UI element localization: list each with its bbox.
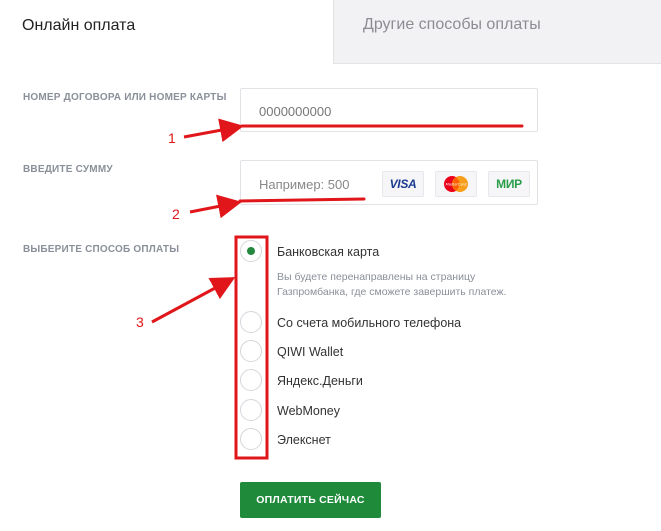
option-webmoney-label[interactable]: WebMoney xyxy=(277,404,340,418)
annotation-number-1: 1 xyxy=(168,130,176,146)
amount-placeholder: Например: 500 xyxy=(259,177,350,192)
annotation-number-2: 2 xyxy=(172,206,180,222)
radio-webmoney[interactable] xyxy=(240,399,262,421)
tab-online-payment[interactable]: Онлайн оплата xyxy=(0,0,333,58)
radio-yandex-money[interactable] xyxy=(240,369,262,391)
tab-other-payment-methods-label: Другие способы оплаты xyxy=(363,16,541,33)
pay-now-button[interactable]: ОПЛАТИТЬ СЕЙЧАС xyxy=(240,482,381,518)
arrow-3 xyxy=(151,277,236,324)
annotation-number-3: 3 xyxy=(136,314,144,330)
option-bank-card-label[interactable]: Банковская карта xyxy=(277,245,379,259)
bank-card-hint: Вы будете перенаправлены на страницу Газ… xyxy=(277,271,507,298)
option-mobile-phone-label[interactable]: Со счета мобильного телефона xyxy=(277,316,461,330)
tab-other-payment-methods[interactable]: Другие способы оплаты xyxy=(333,0,661,64)
contract-number-label: НОМЕР ДОГОВОРА ИЛИ НОМЕР КАРТЫ xyxy=(23,92,227,103)
contract-number-input[interactable]: 0000000000 xyxy=(240,88,538,132)
visa-logo: VISA xyxy=(382,171,424,197)
visa-logo-text: VISA xyxy=(389,177,417,191)
radio-bank-card[interactable] xyxy=(240,240,262,262)
mastercard-logo: MasterCard xyxy=(435,171,477,197)
contract-number-value: 0000000000 xyxy=(259,104,332,119)
arrow-2 xyxy=(189,194,242,219)
payment-method-label: ВЫБЕРИТЕ СПОСОБ ОПЛАТЫ xyxy=(23,244,180,255)
tab-online-payment-label: Онлайн оплата xyxy=(22,17,136,34)
option-eleksnet-label[interactable]: Элекснет xyxy=(277,433,331,447)
annotation-overlay xyxy=(151,118,524,460)
amount-label: ВВЕДИТЕ СУММУ xyxy=(23,164,113,175)
mir-logo-text: МИР xyxy=(496,177,522,191)
mastercard-icon: MasterCard xyxy=(444,176,468,192)
radio-eleksnet[interactable] xyxy=(240,428,262,450)
radio-qiwi-wallet[interactable] xyxy=(240,340,262,362)
option-qiwi-wallet-label[interactable]: QIWI Wallet xyxy=(277,345,343,359)
amount-input[interactable]: Например: 500 VISA MasterCard МИР xyxy=(240,160,538,205)
arrow-1 xyxy=(183,118,244,143)
radio-mobile-phone[interactable] xyxy=(240,311,262,333)
mastercard-logo-text: MasterCard xyxy=(446,183,467,187)
option-yandex-money-label[interactable]: Яндекс.Деньги xyxy=(277,374,363,388)
mir-logo: МИР xyxy=(488,171,530,197)
